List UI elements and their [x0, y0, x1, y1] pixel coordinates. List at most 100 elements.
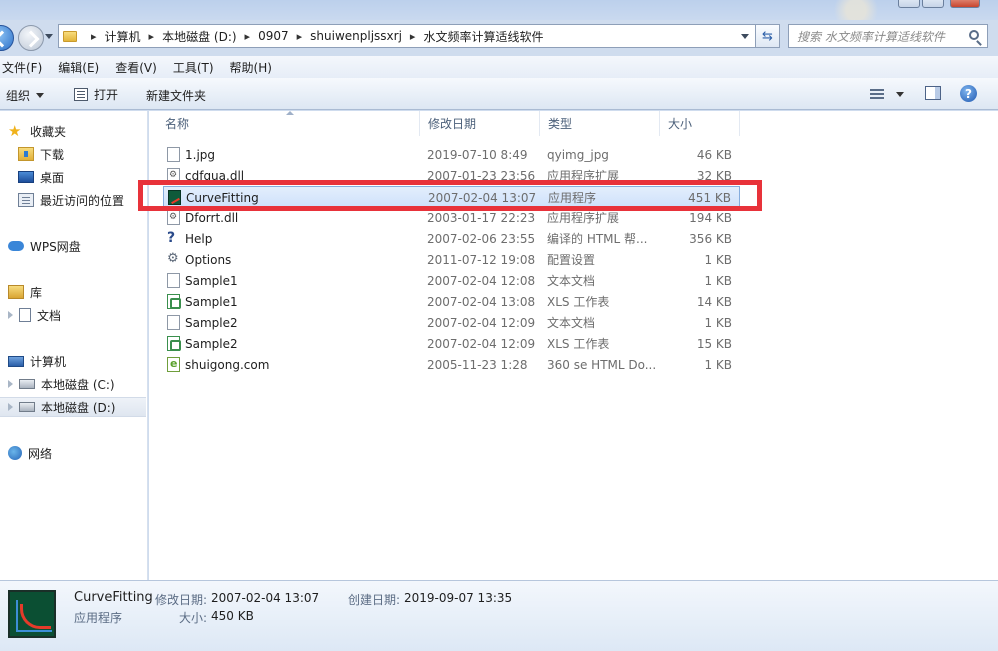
file-date: 2007-02-04 13:07	[428, 190, 537, 205]
file-size: 356 KB	[689, 231, 732, 246]
xls-icon	[167, 336, 181, 351]
expand-arrow-icon[interactable]	[8, 311, 13, 319]
refresh-button[interactable]: ⇆	[756, 24, 780, 48]
file-name: shuigong.com	[185, 357, 270, 372]
file-name: Options	[185, 252, 232, 267]
nav-favorites[interactable]: ★ 收藏夹	[8, 121, 66, 141]
nav-network[interactable]: 网络	[8, 443, 52, 463]
nav-recent-places[interactable]: 最近访问的位置	[18, 190, 124, 210]
column-header-type[interactable]: 类型	[540, 111, 660, 136]
file-date: 2007-02-04 12:08	[427, 273, 536, 288]
file-row[interactable]: Sample1 2007-02-04 13:08 XLS 工作表 14 KB	[163, 291, 740, 312]
nav-recent-label: 最近访问的位置	[40, 193, 125, 208]
expand-arrow-icon[interactable]	[8, 380, 13, 388]
back-button[interactable]	[0, 25, 14, 51]
chevron-right-icon[interactable]: ▸	[245, 30, 251, 43]
downloads-folder-icon	[18, 147, 34, 161]
file-row[interactable]: Sample1 2007-02-04 12:08 文本文档 1 KB	[163, 270, 740, 291]
chevron-right-icon[interactable]: ▸	[410, 30, 416, 43]
chevron-down-icon	[36, 93, 45, 98]
breadcrumb-computer[interactable]: 计算机	[105, 28, 141, 45]
details-created-label: 创建日期:	[348, 593, 401, 607]
nav-drive-d[interactable]: 本地磁盘 (D:)	[0, 397, 146, 417]
file-type: 配置设置	[547, 253, 596, 267]
address-bar[interactable]: ▸ 计算机 ▸ 本地磁盘 (D:) ▸ 0907 ▸ shuiwenpljssx…	[58, 24, 756, 48]
nav-documents[interactable]: 文档	[8, 305, 61, 325]
organize-button[interactable]: 组织	[6, 87, 45, 104]
new-folder-button[interactable]: 新建文件夹	[146, 87, 206, 104]
file-date: 2007-02-04 12:09	[427, 336, 536, 351]
menu-tools[interactable]: 工具(T)	[165, 59, 222, 76]
file-date: 2011-07-12 19:08	[427, 252, 536, 267]
file-name: Dforrt.dll	[185, 210, 239, 225]
file-size: 1 KB	[704, 357, 732, 372]
file-type: 应用程序扩展	[547, 211, 620, 225]
column-header-date[interactable]: 修改日期	[420, 111, 540, 136]
search-icon[interactable]	[969, 30, 979, 40]
desktop-icon	[18, 171, 34, 183]
breadcrumb-shuiwenpljssxrj[interactable]: shuiwenpljssxrj	[310, 29, 402, 43]
breadcrumb-0907[interactable]: 0907	[258, 29, 289, 43]
folder-icon	[63, 30, 77, 42]
menu-help[interactable]: 帮助(H)	[222, 59, 280, 76]
nav-favorites-label: 收藏夹	[30, 124, 67, 139]
file-row[interactable]: shuigong.com 2005-11-23 1:28 360 se HTML…	[163, 354, 740, 375]
file-row[interactable]: Sample2 2007-02-04 12:09 文本文档 1 KB	[163, 312, 740, 333]
column-header-name[interactable]: 名称	[157, 111, 420, 136]
dll-icon	[167, 210, 180, 225]
drive-icon	[19, 402, 35, 412]
chevron-right-icon[interactable]: ▸	[91, 30, 97, 43]
nav-drive-c[interactable]: 本地磁盘 (C:)	[8, 374, 115, 394]
nav-desktop[interactable]: 桌面	[18, 167, 64, 187]
details-size-value: 450 KB	[211, 609, 254, 623]
view-options-icon[interactable]	[870, 88, 884, 100]
file-row[interactable]: ? Help 2007-02-06 23:55 编译的 HTML 帮... 35…	[163, 228, 740, 249]
details-file-type: 应用程序	[74, 611, 123, 625]
close-button[interactable]	[950, 0, 980, 8]
details-created-value: 2019-09-07 13:35	[404, 591, 513, 605]
file-row[interactable]: cdfqua.dll 2007-01-23 23:56 应用程序扩展 32 KB	[163, 165, 740, 186]
nav-desktop-label: 桌面	[40, 170, 65, 185]
help-icon[interactable]: ?	[960, 85, 977, 102]
breadcrumb-current-folder[interactable]: 水文频率计算适线软件	[423, 28, 543, 45]
file-name: 1.jpg	[185, 147, 216, 162]
nav-computer[interactable]: 计算机	[8, 351, 66, 371]
file-size: 46 KB	[696, 147, 732, 162]
address-dropdown[interactable]	[741, 34, 749, 39]
preview-pane-icon[interactable]	[925, 86, 941, 100]
menu-view[interactable]: 查看(V)	[107, 59, 165, 76]
file-name: Sample1	[185, 273, 238, 288]
dll-icon	[167, 168, 180, 183]
expand-arrow-icon[interactable]	[8, 403, 13, 411]
file-name: Help	[185, 231, 213, 246]
view-dropdown[interactable]	[896, 92, 904, 97]
chevron-right-icon[interactable]: ▸	[149, 30, 155, 43]
recent-pages-dropdown[interactable]	[45, 34, 53, 39]
menu-edit[interactable]: 编辑(E)	[50, 59, 107, 76]
file-type: XLS 工作表	[547, 295, 610, 309]
maximize-button[interactable]	[922, 0, 944, 8]
nav-wps-cloud[interactable]: WPS网盘	[8, 236, 81, 256]
file-date: 2019-07-10 8:49	[427, 147, 528, 162]
file-name: CurveFitting	[186, 190, 259, 205]
open-button[interactable]: 打开	[74, 86, 118, 103]
command-bar: 组织 打开 新建文件夹 ?	[0, 78, 998, 110]
nav-libraries[interactable]: 库	[8, 282, 42, 302]
minimize-button[interactable]	[898, 0, 920, 8]
forward-button[interactable]	[18, 25, 44, 51]
file-row[interactable]: 1.jpg 2019-07-10 8:49 qyimg_jpg 46 KB	[163, 144, 740, 165]
menu-file[interactable]: 文件(F)	[0, 59, 50, 76]
chevron-right-icon[interactable]: ▸	[297, 30, 303, 43]
file-row-selected[interactable]: CurveFitting 2007-02-04 13:07 应用程序 451 K…	[163, 186, 740, 207]
menu-bar: 文件(F) 编辑(E) 查看(V) 工具(T) 帮助(H)	[0, 56, 998, 78]
background-app-icon	[826, 0, 886, 20]
file-row[interactable]: ⚙ Options 2011-07-12 19:08 配置设置 1 KB	[163, 249, 740, 270]
file-name: Sample2	[185, 336, 238, 351]
breadcrumb-drive-d[interactable]: 本地磁盘 (D:)	[162, 28, 236, 45]
nav-downloads[interactable]: 下载	[18, 144, 64, 164]
new-folder-label: 新建文件夹	[146, 89, 207, 103]
file-row[interactable]: Sample2 2007-02-04 12:09 XLS 工作表 15 KB	[163, 333, 740, 354]
column-header-size[interactable]: 大小	[660, 111, 740, 136]
file-row[interactable]: Dforrt.dll 2003-01-17 22:23 应用程序扩展 194 K…	[163, 207, 740, 228]
search-input[interactable]: 搜索 水文频率计算适线软件	[788, 24, 988, 48]
